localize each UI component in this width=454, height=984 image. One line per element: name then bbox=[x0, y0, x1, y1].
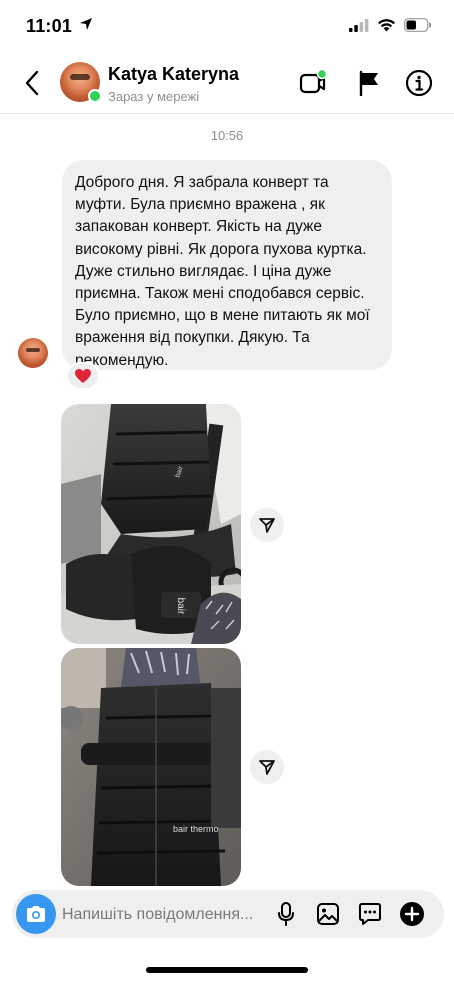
stroller-footmuff-photo: bair bair bbox=[61, 404, 241, 644]
heart-icon bbox=[75, 369, 91, 383]
send-icon bbox=[259, 518, 275, 533]
camera-icon bbox=[27, 906, 45, 922]
info-button[interactable] bbox=[404, 68, 434, 98]
stroller-footmuff-photo: bair thermo bbox=[61, 648, 241, 886]
gallery-button[interactable] bbox=[314, 900, 342, 928]
battery-icon bbox=[404, 18, 431, 32]
chat-bubble-icon bbox=[359, 903, 381, 925]
message-timestamp: 10:56 bbox=[210, 128, 244, 143]
voice-message-button[interactable] bbox=[272, 900, 300, 928]
contact-avatar-button[interactable] bbox=[60, 62, 102, 103]
status-bar: 11:01 bbox=[0, 0, 454, 52]
sticker-button[interactable] bbox=[356, 900, 384, 928]
share-button[interactable] bbox=[250, 750, 284, 784]
message-bubble[interactable]: Доброго дня. Я забрала конверт та муфти.… bbox=[62, 160, 392, 370]
wifi-icon bbox=[378, 19, 395, 32]
status-time-text: 11:01 bbox=[26, 16, 73, 36]
photo-attachment[interactable]: bair bair bbox=[61, 404, 241, 644]
online-indicator bbox=[88, 89, 102, 103]
video-camera-icon bbox=[299, 69, 328, 94]
send-icon bbox=[259, 760, 275, 775]
status-time: 11:01 bbox=[26, 16, 93, 37]
info-icon bbox=[405, 69, 433, 97]
image-icon bbox=[317, 903, 339, 925]
flag-icon bbox=[359, 70, 378, 96]
status-indicators bbox=[349, 18, 432, 32]
photo-brand-label: bair bbox=[175, 598, 186, 615]
message-composer bbox=[12, 890, 444, 938]
home-indicator[interactable] bbox=[146, 967, 308, 973]
share-button[interactable] bbox=[250, 508, 284, 542]
camera-button[interactable] bbox=[16, 894, 56, 934]
report-flag-button[interactable] bbox=[354, 68, 384, 98]
heart-reaction[interactable] bbox=[66, 362, 100, 390]
photo-attachment[interactable]: bair thermo bbox=[61, 648, 241, 886]
back-button[interactable] bbox=[18, 66, 46, 100]
microphone-icon bbox=[278, 902, 294, 926]
cellular-signal-icon bbox=[349, 19, 369, 32]
message-input[interactable] bbox=[62, 904, 272, 926]
message-sender-avatar[interactable] bbox=[18, 338, 48, 368]
contact-name[interactable]: Katya Kateryna bbox=[108, 64, 239, 85]
plus-circle-icon bbox=[400, 902, 424, 926]
location-arrow-icon bbox=[80, 18, 93, 30]
chevron-left-icon bbox=[25, 70, 39, 96]
contact-status: Зараз у мережі bbox=[108, 89, 200, 104]
video-call-button[interactable] bbox=[298, 68, 328, 98]
chat-header: Katya Kateryna Зараз у мережі bbox=[0, 52, 454, 114]
more-actions-button[interactable] bbox=[398, 900, 426, 928]
photo-brand-label: bair thermo bbox=[173, 824, 219, 834]
